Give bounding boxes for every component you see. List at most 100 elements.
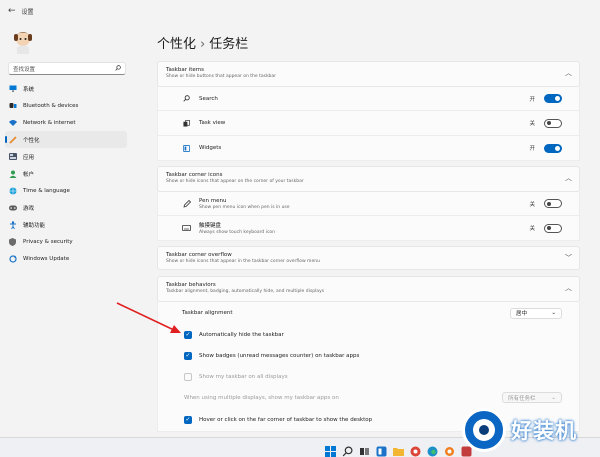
brush-icon bbox=[8, 135, 17, 144]
section-title: Taskbar corner overflow bbox=[166, 252, 232, 258]
back-arrow-icon[interactable]: ← bbox=[8, 6, 16, 16]
search-icon[interactable] bbox=[342, 442, 353, 457]
alignment-dropdown[interactable]: 居中 ⌄ bbox=[510, 307, 562, 319]
section-title: Taskbar behaviors bbox=[166, 282, 216, 288]
wifi-icon bbox=[8, 118, 17, 127]
eye-logo-icon bbox=[462, 408, 506, 452]
section-title: Taskbar corner icons bbox=[166, 172, 223, 178]
sidebar-item-gaming[interactable]: 游戏 bbox=[5, 199, 127, 216]
sidebar-item-label: Bluetooth & devices bbox=[23, 102, 79, 109]
toggle-state: 开 bbox=[529, 146, 535, 152]
task-view-toggle[interactable] bbox=[544, 118, 562, 128]
taskbar-item-task-view-row: Task view 关 bbox=[157, 111, 580, 136]
sidebar-item-time-language[interactable]: Time & language bbox=[5, 182, 127, 199]
search-icon bbox=[182, 94, 191, 103]
corner-icons-section[interactable]: Taskbar corner icons Show or hide icons … bbox=[157, 166, 580, 192]
pen-icon bbox=[182, 199, 191, 208]
sidebar-item-bluetooth[interactable]: Bluetooth & devices bbox=[5, 97, 127, 114]
toggle-state: 开 bbox=[529, 96, 535, 103]
apps-icon bbox=[8, 152, 17, 161]
auto-hide-label: Automatically hide the taskbar bbox=[199, 331, 284, 338]
breadcrumb: 个性化 › 任务栏 bbox=[157, 33, 248, 52]
multi-display-dropdown[interactable]: 所有任务栏 ⌄ bbox=[502, 392, 562, 403]
sidebar-item-accessibility[interactable]: 辅助功能 bbox=[5, 216, 127, 233]
accessibility-icon bbox=[8, 220, 17, 229]
sidebar-item-label: 个性化 bbox=[23, 137, 40, 144]
window-title: 设置 bbox=[21, 8, 34, 16]
row-label: 触摸键盘 bbox=[199, 223, 222, 229]
chevron-up-icon[interactable]: ︿ bbox=[565, 173, 572, 183]
sidebar-item-label: Time & language bbox=[23, 187, 70, 194]
behaviors-section[interactable]: Taskbar behaviors Taskbar alignment, bad… bbox=[157, 276, 580, 302]
gamepad-icon bbox=[8, 203, 17, 212]
alignment-row: Taskbar alignment 居中 ⌄ bbox=[157, 302, 580, 324]
sidebar-item-apps[interactable]: 应用 bbox=[5, 148, 127, 165]
sidebar-item-windows-update[interactable]: Windows Update bbox=[5, 250, 127, 267]
taskbar-item-search-row: Search 开 bbox=[157, 87, 580, 111]
chevron-up-icon[interactable]: ︿ bbox=[565, 68, 572, 78]
toggle-state: 关 bbox=[529, 226, 535, 232]
widgets-toggle[interactable] bbox=[544, 143, 562, 153]
task-view-icon bbox=[182, 119, 191, 128]
section-subtitle: Taskbar alignment, badging, automaticall… bbox=[166, 289, 325, 294]
globe-icon bbox=[8, 186, 17, 195]
section-title: Taskbar items bbox=[166, 67, 205, 73]
chevron-down-icon[interactable]: ﹀ bbox=[565, 253, 572, 263]
section-subtitle: Show or hide icons that appear on the co… bbox=[166, 179, 304, 184]
chevron-up-icon[interactable]: ︿ bbox=[565, 283, 572, 293]
corner-overflow-section[interactable]: Taskbar corner overflow Show or hide ico… bbox=[157, 246, 580, 270]
task-view-icon[interactable] bbox=[359, 442, 370, 455]
sidebar-item-system[interactable]: 系统 bbox=[5, 80, 127, 97]
sidebar-item-label: 帐户 bbox=[23, 171, 35, 178]
sidebar-item-label: 辅助功能 bbox=[23, 222, 46, 229]
alignment-value: 居中 bbox=[516, 311, 528, 317]
pen-menu-toggle[interactable] bbox=[544, 199, 562, 208]
badges-checkbox[interactable]: ✓ bbox=[184, 351, 192, 360]
hover-desktop-checkbox[interactable]: ✓ bbox=[184, 415, 192, 424]
all-displays-label: Show my taskbar on all displays bbox=[199, 373, 288, 380]
shield-icon bbox=[8, 237, 17, 246]
search-input[interactable]: 查找设置 bbox=[8, 62, 126, 75]
settings-icon[interactable] bbox=[444, 442, 455, 456]
search-placeholder: 查找设置 bbox=[13, 66, 36, 73]
edge-icon[interactable] bbox=[427, 442, 438, 457]
search-icon[interactable] bbox=[115, 64, 121, 73]
breadcrumb-parent[interactable]: 个性化 bbox=[157, 37, 196, 52]
person-icon bbox=[8, 169, 17, 178]
multi-display-label: When using multiple displays, show my ta… bbox=[184, 394, 339, 401]
update-icon bbox=[8, 254, 17, 263]
monitor-icon bbox=[8, 84, 17, 93]
start-icon[interactable] bbox=[325, 442, 336, 457]
sidebar-item-network[interactable]: Network & internet bbox=[5, 114, 127, 131]
browser-icon[interactable] bbox=[410, 442, 421, 457]
widgets-icon[interactable] bbox=[376, 442, 387, 457]
sidebar-item-label: 游戏 bbox=[23, 205, 35, 212]
auto-hide-row: ✓ Automatically hide the taskbar bbox=[157, 324, 580, 345]
taskbar-items-section[interactable]: Taskbar items Show or hide buttons that … bbox=[157, 61, 580, 87]
sidebar: 查找设置 系统 Bluetooth & devices Network & in… bbox=[0, 22, 135, 437]
corner-icon-keyboard-row: 触摸键盘 Always show touch keyboard icon 关 bbox=[157, 216, 580, 241]
avatar[interactable] bbox=[10, 28, 36, 54]
search-toggle[interactable] bbox=[544, 94, 562, 103]
sidebar-item-label: Network & internet bbox=[23, 119, 76, 126]
badges-row: ✓ Show badges (unread messages counter) … bbox=[157, 345, 580, 366]
badges-label: Show badges (unread messages counter) on… bbox=[199, 352, 360, 359]
bluetooth-icon bbox=[8, 101, 17, 110]
row-label: Search bbox=[199, 95, 218, 102]
toggle-state: 关 bbox=[529, 121, 535, 127]
sidebar-item-accounts[interactable]: 帐户 bbox=[5, 165, 127, 182]
taskbar-item-widgets-row: Widgets 开 bbox=[157, 136, 580, 161]
sidebar-item-label: Privacy & security bbox=[23, 238, 73, 245]
all-displays-row: Show my taskbar on all displays bbox=[157, 366, 580, 387]
row-label: Widgets bbox=[199, 145, 222, 151]
toggle-state: 关 bbox=[529, 201, 535, 208]
sidebar-item-privacy[interactable]: Privacy & security bbox=[5, 233, 127, 250]
folder-icon[interactable] bbox=[393, 442, 404, 456]
corner-icon-pen-row: Pen menu Show pen menu icon when pen is … bbox=[157, 192, 580, 216]
widgets-icon bbox=[182, 144, 191, 153]
touch-keyboard-toggle[interactable] bbox=[544, 223, 562, 233]
title-bar: ← 设置 bbox=[0, 0, 600, 22]
auto-hide-checkbox[interactable]: ✓ bbox=[184, 330, 192, 339]
sidebar-item-personalization[interactable]: 个性化 bbox=[5, 131, 127, 148]
all-displays-checkbox[interactable] bbox=[184, 372, 192, 381]
